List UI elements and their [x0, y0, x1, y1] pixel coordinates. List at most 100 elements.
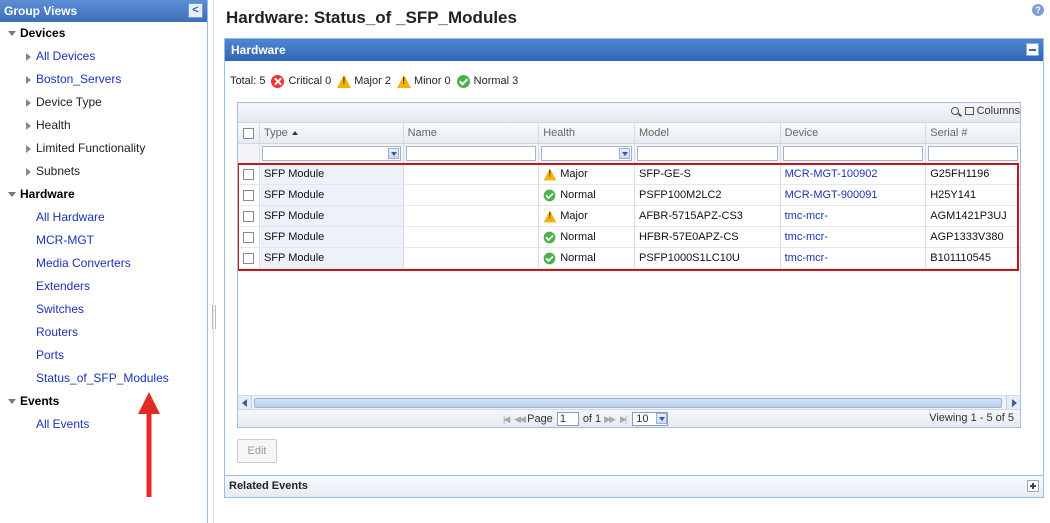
- collapse-panel-button[interactable]: [1026, 43, 1039, 56]
- column-header-serial[interactable]: Serial #: [926, 123, 1020, 143]
- cell-name: [404, 227, 540, 247]
- chevron-right-icon: [26, 99, 31, 107]
- page-size-select[interactable]: 10: [632, 412, 669, 426]
- cell-device-link[interactable]: tmc-mcr-: [781, 206, 927, 226]
- column-header-model[interactable]: Model: [635, 123, 781, 143]
- row-checkbox[interactable]: [238, 185, 260, 205]
- grid-filter-row: [238, 144, 1020, 164]
- chevron-right-icon: [26, 145, 31, 153]
- scroll-left-icon[interactable]: [238, 396, 252, 409]
- table-row[interactable]: SFP Module Major AFBR-5715APZ-CS3 tmc-mc…: [238, 206, 1020, 227]
- major-summary[interactable]: Major 2: [337, 73, 391, 89]
- cell-model: AFBR-5715APZ-CS3: [635, 206, 781, 226]
- table-row[interactable]: SFP Module Major SFP-GE-S MCR-MGT-100902…: [238, 164, 1020, 185]
- device-filter-input[interactable]: [782, 146, 924, 161]
- table-row[interactable]: SFP Module Normal PSFP100M2LC2 MCR-MGT-9…: [238, 185, 1020, 206]
- chevron-down-icon: [8, 31, 16, 36]
- cell-health: Normal: [539, 248, 635, 268]
- next-page-icon[interactable]: ▶▶: [604, 414, 616, 425]
- tree-item-all-hardware[interactable]: All Hardware: [0, 206, 207, 229]
- edit-button[interactable]: Edit: [237, 439, 277, 463]
- tree-item-device-type[interactable]: Device Type: [0, 91, 207, 114]
- tree-item-media-converters[interactable]: Media Converters: [0, 252, 207, 275]
- column-header-name[interactable]: Name: [404, 123, 540, 143]
- panel-title: Hardware: [231, 43, 286, 57]
- cell-serial: B101110545: [930, 252, 991, 264]
- chevron-down-icon[interactable]: [656, 413, 668, 424]
- row-checkbox[interactable]: [238, 164, 260, 184]
- name-filter-input[interactable]: [405, 146, 537, 161]
- tree-item-health[interactable]: Health: [0, 114, 207, 137]
- table-row[interactable]: SFP Module Normal HFBR-57E0APZ-CS tmc-mc…: [238, 227, 1020, 248]
- row-checkbox[interactable]: [238, 227, 260, 247]
- columns-button[interactable]: Columns: [950, 105, 1020, 117]
- column-header-health[interactable]: Health: [539, 123, 635, 143]
- column-header-device[interactable]: Device: [781, 123, 927, 143]
- horizontal-scrollbar[interactable]: [238, 395, 1020, 409]
- warning-icon: [543, 210, 557, 222]
- minor-summary[interactable]: Minor 0: [396, 73, 451, 89]
- page-title: Hardware: Status_of _SFP_Modules: [226, 8, 517, 27]
- critical-summary[interactable]: Critical 0: [271, 73, 331, 89]
- tree-item-boston-servers[interactable]: Boston_Servers: [0, 68, 207, 91]
- row-checkbox[interactable]: [238, 206, 260, 226]
- select-all-checkbox[interactable]: [238, 123, 260, 143]
- normal-summary[interactable]: Normal 3: [456, 73, 518, 89]
- warning-icon: [543, 168, 557, 180]
- cell-device-link[interactable]: MCR-MGT-900091: [781, 185, 927, 205]
- row-checkbox[interactable]: [238, 248, 260, 268]
- chevron-down-icon[interactable]: [618, 148, 630, 159]
- warning-icon: [337, 74, 352, 88]
- cell-device-link[interactable]: MCR-MGT-100902: [781, 164, 927, 184]
- cell-device-link[interactable]: tmc-mcr-: [781, 227, 927, 247]
- cell-serial: H25Y141: [930, 189, 977, 201]
- prev-page-icon[interactable]: ◀◀: [514, 414, 526, 425]
- tree-item-switches[interactable]: Switches: [0, 298, 207, 321]
- type-filter-select[interactable]: [261, 146, 401, 161]
- tree-item-all-events[interactable]: All Events: [0, 413, 207, 436]
- tree-item-all-devices[interactable]: All Devices: [0, 45, 207, 68]
- total-count: Total: 5: [230, 75, 266, 87]
- table-row[interactable]: SFP Module Normal PSFP1000S1LC10U tmc-mc…: [238, 248, 1020, 269]
- tree-item-mcr-mgt[interactable]: MCR-MGT: [0, 229, 207, 252]
- splitter-grip-icon[interactable]: [212, 305, 216, 329]
- tree-item-extenders[interactable]: Extenders: [0, 275, 207, 298]
- cell-model: HFBR-57E0APZ-CS: [635, 227, 781, 247]
- sidebar-splitter[interactable]: [208, 0, 220, 523]
- cell-device-link[interactable]: tmc-mcr-: [781, 248, 927, 268]
- model-filter-input[interactable]: [636, 146, 778, 161]
- health-filter-select[interactable]: [541, 146, 632, 161]
- cell-serial: G25FH1196: [930, 168, 990, 180]
- help-icon[interactable]: ?: [1032, 4, 1044, 16]
- last-page-icon[interactable]: ▶|: [620, 414, 627, 425]
- tree-item-ports[interactable]: Ports: [0, 344, 207, 367]
- scroll-right-icon[interactable]: [1006, 396, 1020, 409]
- tree-item-routers[interactable]: Routers: [0, 321, 207, 344]
- collapse-sidebar-button[interactable]: <: [188, 3, 203, 18]
- viewing-range: Viewing 1 - 5 of 5: [929, 412, 1014, 424]
- cell-model: PSFP100M2LC2: [635, 185, 781, 205]
- related-events-bar[interactable]: Related Events: [225, 475, 1043, 497]
- column-header-type[interactable]: Type: [260, 123, 404, 143]
- first-page-icon[interactable]: |◀: [503, 414, 510, 425]
- chevron-right-icon: [26, 76, 31, 84]
- tree-item-subnets[interactable]: Subnets: [0, 160, 207, 183]
- cell-serial: AGM1421P3UJ: [930, 210, 1007, 222]
- tree-group-events[interactable]: Events: [0, 390, 207, 413]
- ok-icon: [543, 189, 556, 201]
- tree-group-hardware[interactable]: Hardware: [0, 183, 207, 206]
- tree-item-limited-functionality[interactable]: Limited Functionality: [0, 137, 207, 160]
- tree-item-status-of-sfp-modules[interactable]: Status_of_SFP_Modules: [0, 367, 207, 390]
- expand-icon[interactable]: [1027, 480, 1039, 492]
- page-number-input[interactable]: 1: [556, 412, 579, 426]
- chevron-down-icon[interactable]: [387, 148, 399, 159]
- page-count: of 1: [582, 413, 602, 425]
- search-icon[interactable]: [950, 107, 959, 115]
- tree-group-devices[interactable]: Devices: [0, 22, 207, 45]
- scrollbar-thumb[interactable]: [254, 398, 1002, 408]
- related-events-title: Related Events: [229, 480, 308, 492]
- ok-icon: [543, 252, 556, 264]
- serial-filter-input[interactable]: [928, 146, 1018, 161]
- sort-asc-icon: [291, 131, 298, 136]
- critical-icon: [271, 74, 285, 88]
